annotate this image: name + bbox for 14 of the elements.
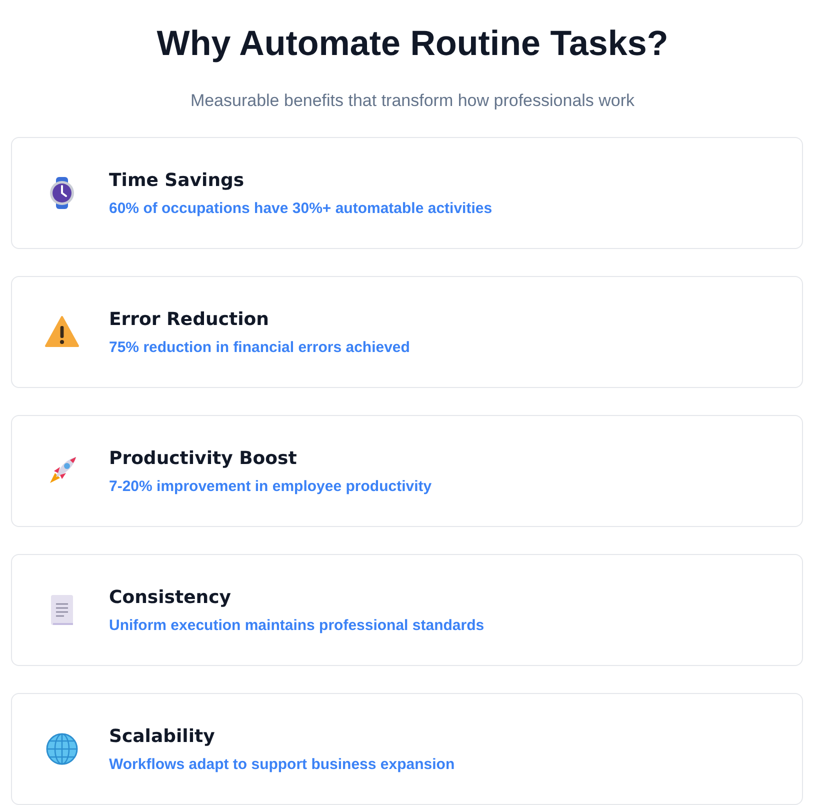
benefit-description: 75% reduction in financial errors achieved xyxy=(109,338,410,356)
benefit-description: Uniform execution maintains professional standards xyxy=(109,616,484,634)
benefit-description: 60% of occupations have 30%+ automatable activities xyxy=(109,200,492,216)
benefit-title: Scalability xyxy=(109,726,216,746)
benefit-description: Workflows adapt to support business expansion xyxy=(109,756,455,772)
benefit-title: Time Savings xyxy=(109,170,246,190)
benefit-description: 7-20% improvement in employee productivity xyxy=(109,478,432,494)
globe-icon xyxy=(44,731,80,767)
benefit-title: Productivity Boost xyxy=(109,448,298,468)
page-title: Why Automate Routine Tasks? xyxy=(156,23,670,65)
benefit-title: Error Reduction xyxy=(109,308,270,330)
benefit-title: Consistency xyxy=(109,586,232,608)
warning-icon xyxy=(44,314,80,350)
page-subtitle: Measurable benefits that transform how professionals work xyxy=(190,91,635,111)
